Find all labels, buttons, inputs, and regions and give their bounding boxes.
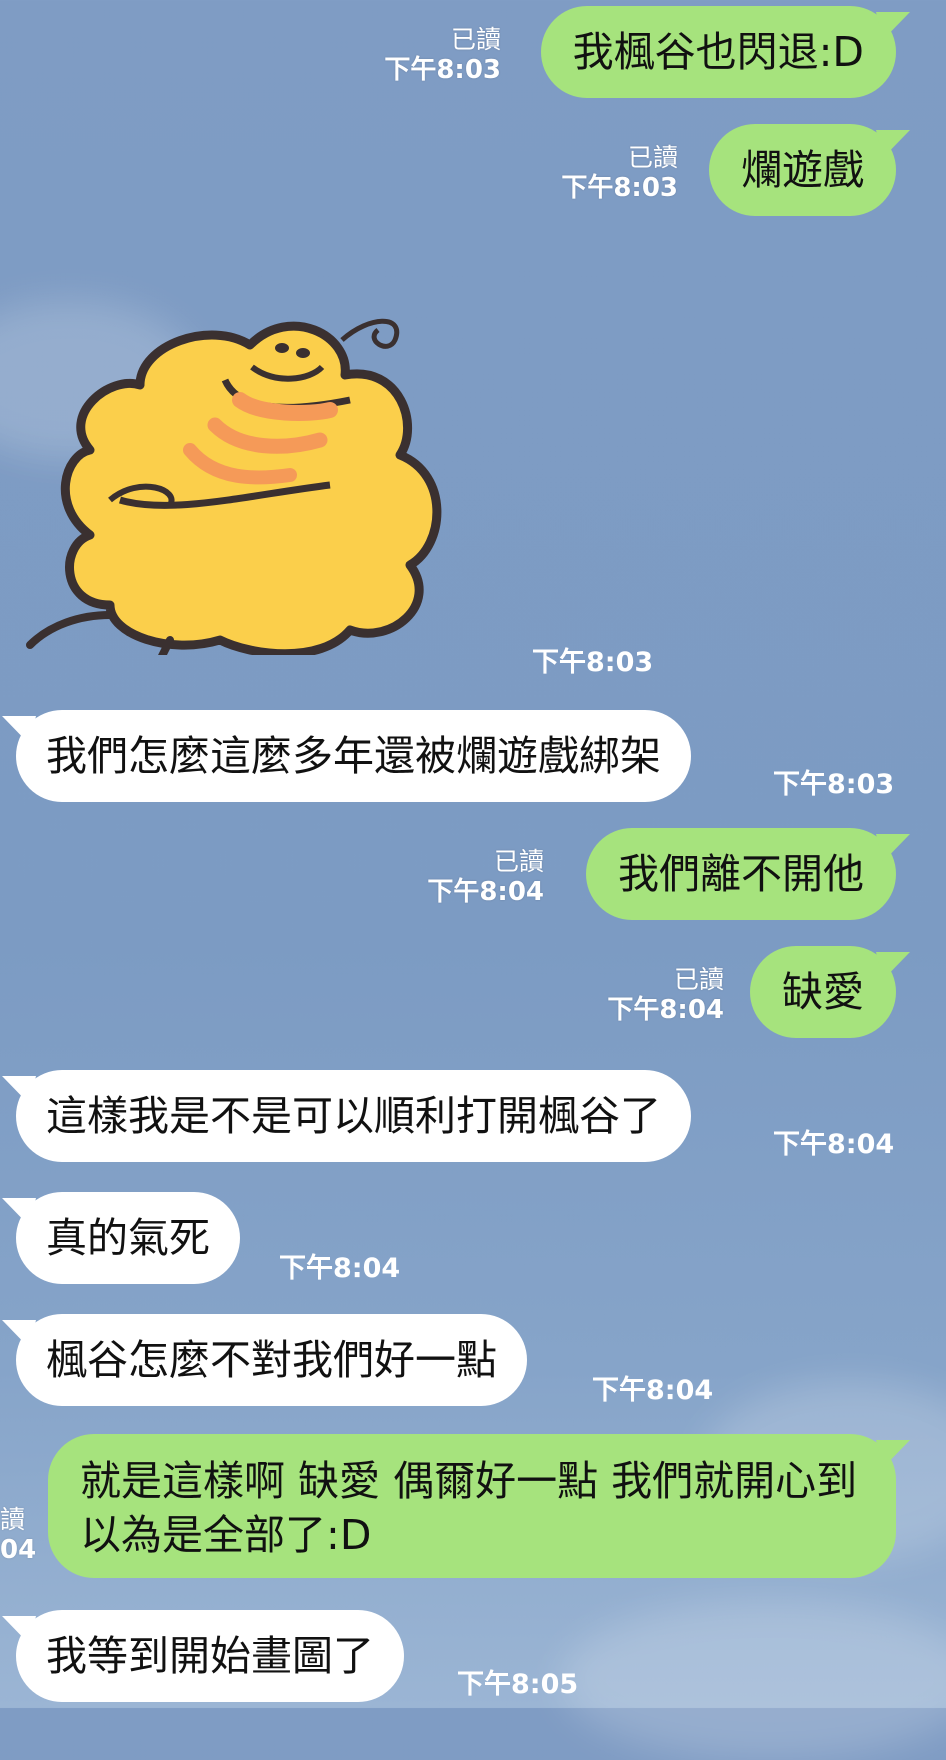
sent-message-bubble[interactable]: 缺愛	[750, 946, 896, 1038]
received-message-bubble[interactable]: 我等到開始畫圖了	[16, 1610, 404, 1702]
message-meta: 已讀 下午8:04	[427, 846, 544, 908]
message-time: 下午8:04	[279, 1253, 401, 1284]
message-time: 下午8:05	[457, 1669, 579, 1700]
message-time: 下午8:03	[773, 769, 895, 800]
message-time: 下午8:03	[561, 173, 678, 203]
received-message-bubble[interactable]: 真的氣死	[16, 1192, 240, 1284]
message-time: 下午8:04	[773, 1129, 895, 1160]
message-time: 下午8:03	[384, 55, 501, 85]
message-meta: 已讀 下午8:03	[384, 24, 501, 86]
read-receipt: 已讀	[673, 965, 724, 994]
read-receipt: 讀	[0, 1505, 26, 1534]
read-receipt: 已讀	[493, 847, 544, 876]
message-time: 04	[0, 1535, 37, 1565]
sent-message-bubble[interactable]: 就是這樣啊 缺愛 偶爾好一點 我們就開心到以為是全部了:D	[48, 1434, 896, 1578]
message-time: 下午8:03	[532, 647, 654, 678]
received-message-bubble[interactable]: 這樣我是不是可以順利打開楓谷了	[16, 1070, 691, 1162]
message-meta: 已讀 下午8:03	[561, 142, 678, 204]
received-message-bubble[interactable]: 楓谷怎麼不對我們好一點	[16, 1314, 527, 1406]
message-time: 下午8:04	[607, 995, 724, 1025]
read-receipt: 已讀	[627, 143, 678, 172]
read-receipt: 已讀	[450, 25, 501, 54]
message-time: 下午8:04	[592, 1375, 714, 1406]
received-message-bubble[interactable]: 我們怎麼這麼多年還被爛遊戲綁架	[16, 710, 691, 802]
chick-hug-sticker[interactable]	[20, 285, 470, 655]
message-meta: 已讀 下午8:04	[607, 964, 724, 1026]
sent-message-bubble[interactable]: 我楓谷也閃退:D	[540, 6, 896, 98]
sent-message-bubble[interactable]: 爛遊戲	[709, 124, 896, 216]
message-time: 下午8:04	[427, 877, 544, 907]
sent-message-bubble[interactable]: 我們離不開他	[586, 828, 896, 920]
message-meta: 讀 04	[0, 1504, 36, 1566]
